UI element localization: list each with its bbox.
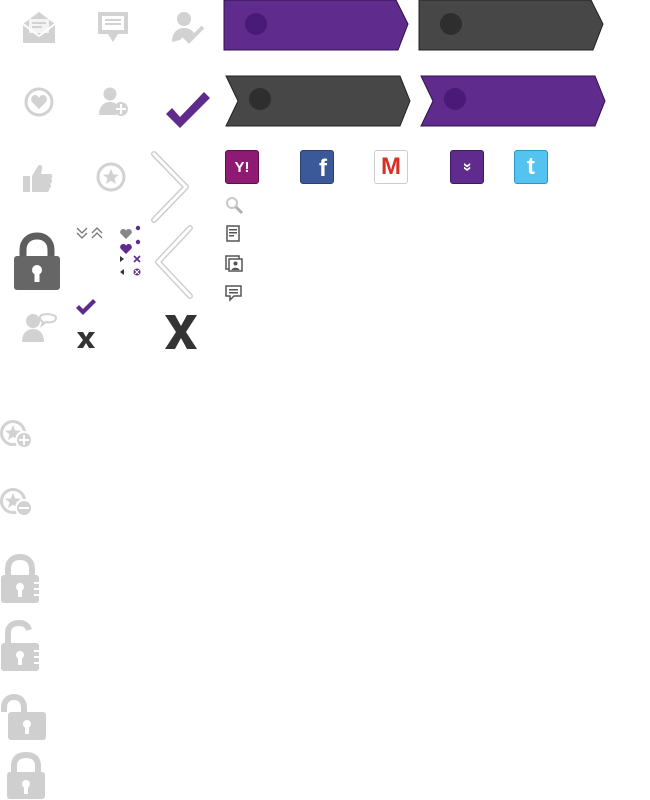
envelope-icon [22, 10, 56, 44]
lock-closed-alt-icon [6, 751, 46, 800]
facebook-label: f [319, 155, 327, 182]
contacts-icon[interactable] [225, 255, 243, 272]
document-icon[interactable] [226, 225, 240, 242]
facebook-icon[interactable]: f [300, 150, 334, 184]
heart-circle-icon [24, 87, 54, 117]
lock-closed-icon [0, 553, 40, 604]
heart-dots-icons [119, 224, 145, 280]
comment-icon[interactable] [225, 285, 242, 302]
lock-icon [13, 232, 61, 291]
double-chevron-icons[interactable] [76, 227, 106, 239]
twitter-label: t [527, 153, 535, 180]
message-icon [96, 10, 130, 44]
lock-open-icon [0, 619, 40, 672]
chevron-right-icon[interactable] [150, 150, 190, 224]
purple-banner-1[interactable] [223, 0, 410, 52]
search-icon[interactable] [225, 196, 244, 215]
dark-banner-1[interactable] [418, 0, 605, 52]
star-circle-icon [96, 162, 126, 192]
twitter-icon[interactable]: t [514, 150, 548, 184]
gmail-label: M [381, 153, 401, 180]
more-label: » [459, 162, 476, 172]
user-check-icon [170, 10, 206, 44]
gmail-icon[interactable]: M [374, 150, 408, 184]
more-icon[interactable]: » [450, 150, 484, 184]
purple-banner-2[interactable] [419, 75, 607, 128]
star-plus-icon [0, 420, 34, 450]
checkmark-icon [164, 90, 212, 130]
user-add-icon [98, 86, 130, 118]
big-x-icon[interactable] [164, 314, 198, 350]
chevron-left-icon[interactable] [154, 224, 194, 300]
lock-open-alt-icon [0, 693, 48, 742]
yahoo-label: Y! [234, 158, 250, 176]
star-minus-icon [0, 488, 34, 518]
small-check-x-icon [74, 298, 98, 350]
thumbs-up-icon [22, 162, 54, 194]
dark-banner-2[interactable] [224, 75, 412, 128]
user-chat-icon [22, 312, 58, 344]
yahoo-icon[interactable]: Y! [225, 150, 259, 184]
